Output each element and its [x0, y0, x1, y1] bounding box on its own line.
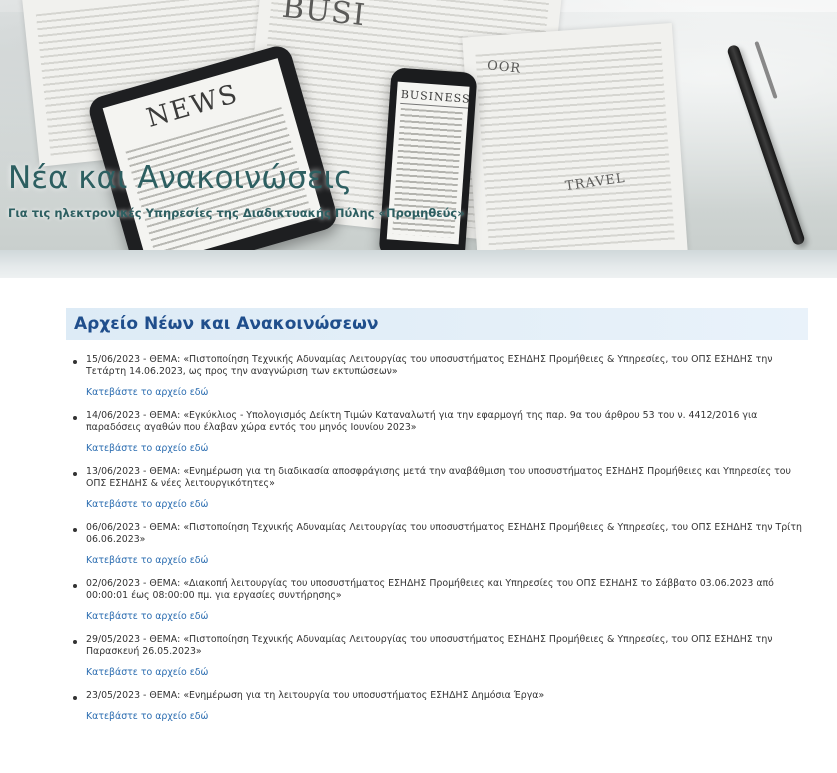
news-item: 15/06/2023 - ΘΕΜΑ: «Πιστοποίηση Τεχνικής… — [66, 354, 808, 410]
download-link[interactable]: Κατεβάστε το αρχείο εδώ — [86, 667, 208, 679]
news-item-text: 15/06/2023 - ΘΕΜΑ: «Πιστοποίηση Τεχνικής… — [86, 354, 773, 377]
bullet-icon — [73, 696, 77, 700]
phone-image: BUSINESS — [378, 67, 478, 250]
bullet-icon — [73, 360, 77, 364]
page-subtitle: Για τις ηλεκτρονικές Υπηρεσίες της Διαδι… — [8, 206, 465, 220]
download-link[interactable]: Κατεβάστε το αρχείο εδώ — [86, 711, 208, 723]
page: BUSI OOR TRAVEL NEWS BUSINESS Νέα και Αν… — [0, 0, 837, 773]
bullet-icon — [73, 416, 77, 420]
page-title: Νέα και Ανακοινώσεις — [8, 160, 353, 196]
news-item-text: 14/06/2023 - ΘΕΜΑ: «Εγκύκλιος - Υπολογισ… — [86, 410, 758, 433]
news-item: 14/06/2023 - ΘΕΜΑ: «Εγκύκλιος - Υπολογισ… — [66, 410, 808, 466]
archive-heading: Αρχείο Νέων και Ανακοινώσεων — [66, 308, 808, 340]
newspaper-right — [462, 22, 688, 250]
bullet-icon — [73, 584, 77, 588]
phone-business-word: BUSINESS — [400, 87, 470, 109]
news-item-text: 23/05/2023 - ΘΕΜΑ: «Ενημέρωση για τη λει… — [86, 690, 545, 701]
bullet-icon — [73, 640, 77, 644]
news-item-text: 13/06/2023 - ΘΕΜΑ: «Ενημέρωση για τη δια… — [86, 466, 791, 489]
news-item-text: 02/06/2023 - ΘΕΜΑ: «Διακοπή λειτουργίας … — [86, 578, 774, 601]
download-link[interactable]: Κατεβάστε το αρχείο εδώ — [86, 443, 208, 455]
download-link[interactable]: Κατεβάστε το αρχείο εδώ — [86, 499, 208, 511]
download-link[interactable]: Κατεβάστε το αρχείο εδώ — [86, 387, 208, 399]
archive-section: Αρχείο Νέων και Ανακοινώσεων 15/06/2023 … — [66, 308, 808, 734]
news-item-text: 29/05/2023 - ΘΕΜΑ: «Πιστοποίηση Τεχνικής… — [86, 634, 773, 657]
news-item: 06/06/2023 - ΘΕΜΑ: «Πιστοποίηση Τεχνικής… — [66, 522, 808, 578]
hero-banner: BUSI OOR TRAVEL NEWS BUSINESS Νέα και Αν… — [0, 0, 837, 250]
news-item: 29/05/2023 - ΘΕΜΑ: «Πιστοποίηση Τεχνικής… — [66, 634, 808, 690]
download-link[interactable]: Κατεβάστε το αρχείο εδώ — [86, 555, 208, 567]
hero-divider-band — [0, 250, 837, 278]
news-item: 13/06/2023 - ΘΕΜΑ: «Ενημέρωση για τη δια… — [66, 466, 808, 522]
news-item: 02/06/2023 - ΘΕΜΑ: «Διακοπή λειτουργίας … — [66, 578, 808, 634]
bullet-icon — [73, 528, 77, 532]
news-item: 23/05/2023 - ΘΕΜΑ: «Ενημέρωση για τη λει… — [66, 690, 808, 734]
bullet-icon — [73, 472, 77, 476]
news-list: 15/06/2023 - ΘΕΜΑ: «Πιστοποίηση Τεχνικής… — [66, 354, 808, 734]
news-item-text: 06/06/2023 - ΘΕΜΑ: «Πιστοποίηση Τεχνικής… — [86, 522, 802, 545]
download-link[interactable]: Κατεβάστε το αρχείο εδώ — [86, 611, 208, 623]
